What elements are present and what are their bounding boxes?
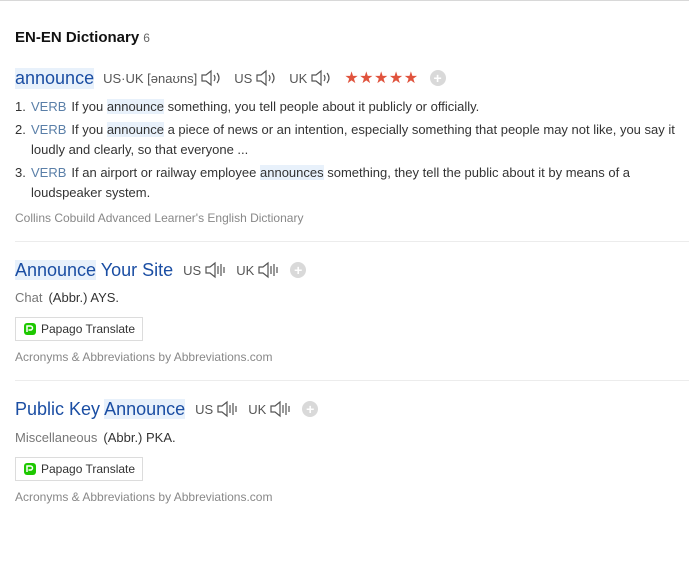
plus-circle-icon[interactable]: + — [302, 401, 319, 417]
entry-announce-your-site-header: Announce Your Site US UK + — [15, 259, 307, 281]
source-credit: Acronyms & Abbreviations by Abbreviation… — [15, 490, 273, 504]
us-label: US — [195, 401, 214, 417]
highlighted-word: announce — [106, 122, 164, 137]
rating-stars: ★★★★★ — [344, 70, 419, 87]
result-count: 6 — [143, 31, 150, 45]
part-of-speech: VERB — [31, 99, 67, 114]
definition-number: 1. — [15, 99, 26, 114]
entry-meta: Chat (Abbr.) AYS. — [15, 290, 119, 305]
papago-translate-label: Papago Translate — [41, 462, 136, 476]
speaker-bars-icon[interactable] — [204, 261, 226, 279]
definition-text: If you — [71, 122, 107, 137]
part-of-speech: VERB — [31, 165, 67, 180]
definition-number: 2. — [15, 122, 26, 137]
definition-text: something, you tell people about it publ… — [163, 99, 480, 114]
us-label: US — [234, 70, 253, 86]
highlighted-word: announce — [106, 99, 164, 114]
us-label: US — [183, 262, 202, 278]
entry-divider — [15, 241, 689, 242]
abbreviation: (Abbr.) AYS. — [48, 290, 120, 305]
papago-translate-button[interactable]: Papago Translate — [15, 457, 143, 481]
speaker-bars-icon[interactable] — [216, 400, 238, 418]
entry-public-key-announce-header: Public Key Announce US UK + — [15, 398, 319, 420]
headword-link[interactable]: Announce Your Site — [15, 259, 174, 281]
papago-translate-label: Papago Translate — [41, 322, 136, 336]
definition-number: 3. — [15, 165, 26, 180]
category-label: Chat — [15, 290, 43, 305]
headword-link[interactable]: Public Key Announce — [15, 398, 186, 420]
uk-label: UK — [289, 70, 308, 86]
headword-prefix: Public Key — [15, 398, 105, 419]
papago-translate-button[interactable]: Papago Translate — [15, 317, 143, 341]
entry-meta: Miscellaneous (Abbr.) PKA. — [15, 430, 176, 445]
source-credit: Acronyms & Abbreviations by Abbreviation… — [15, 350, 273, 364]
definition-text: If an airport or railway employee — [71, 165, 260, 180]
speaker-icon[interactable] — [200, 69, 224, 87]
plus-circle-icon[interactable]: + — [290, 262, 307, 278]
uk-label: UK — [248, 401, 267, 417]
speaker-icon[interactable] — [255, 69, 279, 87]
definition-item: 1. VERB If you announce something, you te… — [15, 97, 689, 117]
papago-logo-icon — [24, 463, 36, 475]
headword-rest: Your Site — [96, 259, 174, 280]
part-of-speech: VERB — [31, 122, 67, 137]
speaker-icon[interactable] — [310, 69, 334, 87]
highlighted-word: Announce — [104, 398, 186, 419]
entry-announce-header: announce US·UK [ənaʊns] US UK ★★★★★ + — [15, 67, 446, 89]
highlighted-word: Announce — [15, 259, 97, 280]
highlighted-word: announces — [260, 165, 324, 180]
definition-list: 1. VERB If you announce something, you te… — [15, 97, 689, 206]
definition-item: 3. VERB If an airport or railway employee… — [15, 163, 689, 203]
pron-region: US·UK — [103, 70, 144, 86]
pron-ipa: [ənaʊns] — [147, 70, 198, 86]
uk-label: UK — [236, 262, 255, 278]
papago-logo-icon — [24, 323, 36, 335]
speaker-bars-icon[interactable] — [269, 400, 291, 418]
abbreviation: (Abbr.) PKA. — [103, 430, 176, 445]
entry-divider — [15, 380, 689, 381]
top-border — [0, 0, 689, 1]
definition-item: 2. VERB If you announce a piece of news o… — [15, 120, 689, 160]
source-credit: Collins Cobuild Advanced Learner's Engli… — [15, 211, 304, 225]
category-label: Miscellaneous — [15, 430, 98, 445]
section-header: EN-EN Dictionary 6 — [15, 29, 150, 46]
speaker-bars-icon[interactable] — [257, 261, 279, 279]
headword-link[interactable]: announce — [15, 67, 95, 89]
definition-text: If you — [71, 99, 107, 114]
pronunciation: US·UK [ənaʊns] — [103, 71, 197, 86]
plus-circle-icon[interactable]: + — [429, 70, 446, 86]
section-title: EN-EN Dictionary — [15, 29, 140, 46]
